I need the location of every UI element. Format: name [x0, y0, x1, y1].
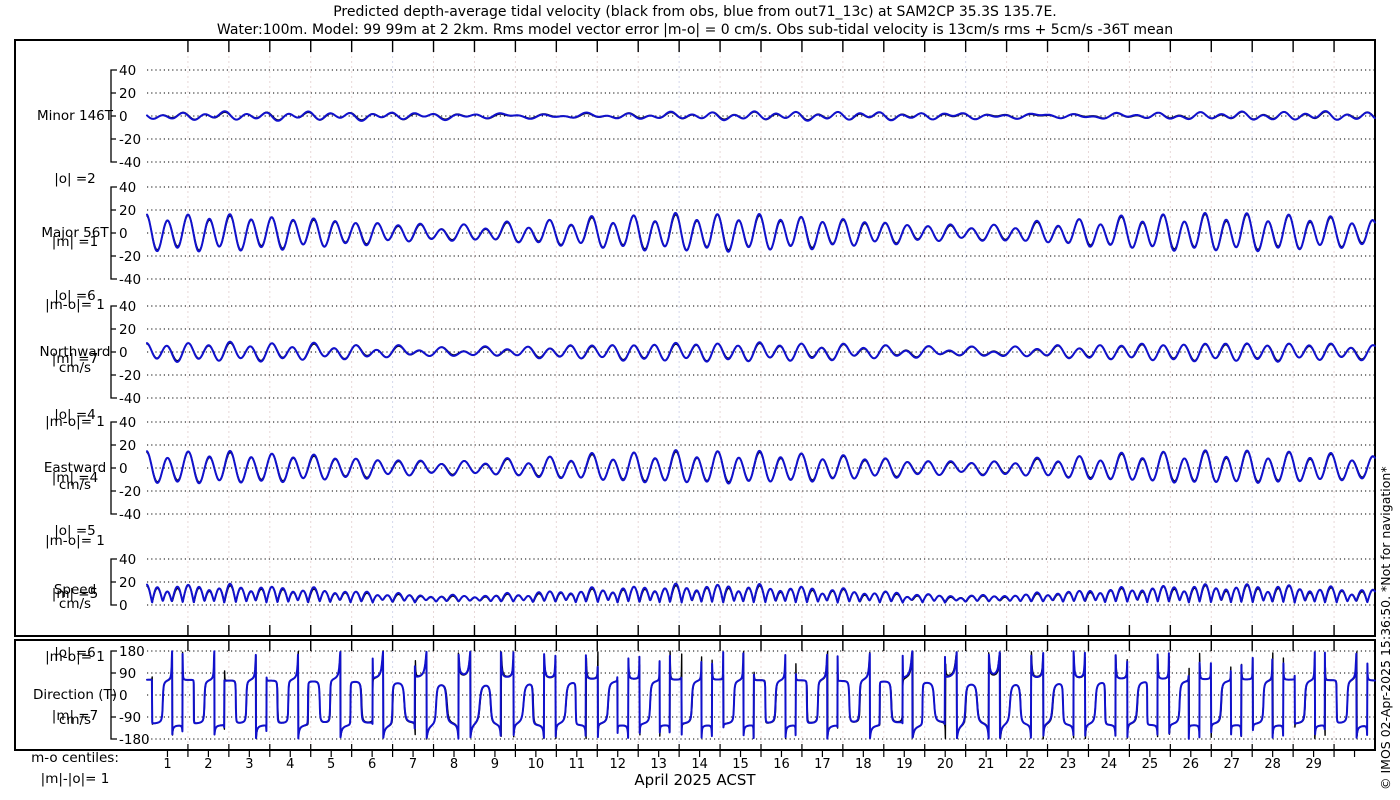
x-tick-label: 6: [368, 757, 376, 772]
x-tick-label: 12: [609, 757, 626, 772]
x-tick-label: 8: [450, 757, 458, 772]
x-tick-label: 29: [1305, 757, 1322, 772]
x-tick-label: 27: [1223, 757, 1240, 772]
x-tick-label: 25: [1142, 757, 1159, 772]
tidal-velocity-figure: Predicted depth-average tidal velocity (…: [0, 0, 1400, 800]
panel-title: Major 56T: [41, 225, 109, 241]
x-tick-label: 17: [814, 757, 831, 772]
x-tick-label: 26: [1183, 757, 1200, 772]
panel-title: Speed: [53, 582, 97, 598]
x-tick-label: 16: [773, 757, 790, 772]
x-axis-label: April 2025 ACST: [634, 771, 756, 789]
x-tick-label: 21: [978, 757, 995, 772]
x-tick-label: 18: [855, 757, 872, 772]
x-tick-label: 9: [491, 757, 499, 772]
x-tick-label: 11: [569, 757, 586, 772]
x-tick-label: 19: [896, 757, 913, 772]
credit-text: © IMOS 02-Apr-2025 15:36:50. *Not for na…: [1378, 466, 1393, 790]
x-tick-label: 10: [528, 757, 545, 772]
x-tick-label: 15: [732, 757, 749, 772]
x-tick-label: 23: [1060, 757, 1077, 772]
x-tick-label: 4: [286, 757, 294, 772]
panel-title: Northward: [39, 344, 111, 360]
x-tick-label: 13: [650, 757, 667, 772]
x-tick-label: 7: [409, 757, 417, 772]
x-tick-label: 24: [1101, 757, 1118, 772]
x-tick-label: 22: [1019, 757, 1036, 772]
panel-title: Minor 146T: [36, 108, 114, 124]
x-tick-label: 5: [327, 757, 335, 772]
panel-title: Eastward: [43, 460, 107, 476]
speed-model-line: [146, 582, 1376, 604]
velocity-panels-frame: [14, 39, 1376, 637]
x-tick-label: 2: [204, 757, 212, 772]
centiles-caption: m-o centiles:: [31, 750, 119, 766]
x-tick-label: 20: [937, 757, 954, 772]
x-tick-label: 3: [245, 757, 253, 772]
panel-title: Direction (T): [32, 687, 118, 703]
plot-canvas: 40200-20-4040200-20-4040200-20-4040200-2…: [14, 39, 1376, 772]
x-tick-label: 1: [163, 757, 171, 772]
x-tick-label: 28: [1264, 757, 1281, 772]
x-tick-label: 14: [691, 757, 708, 772]
